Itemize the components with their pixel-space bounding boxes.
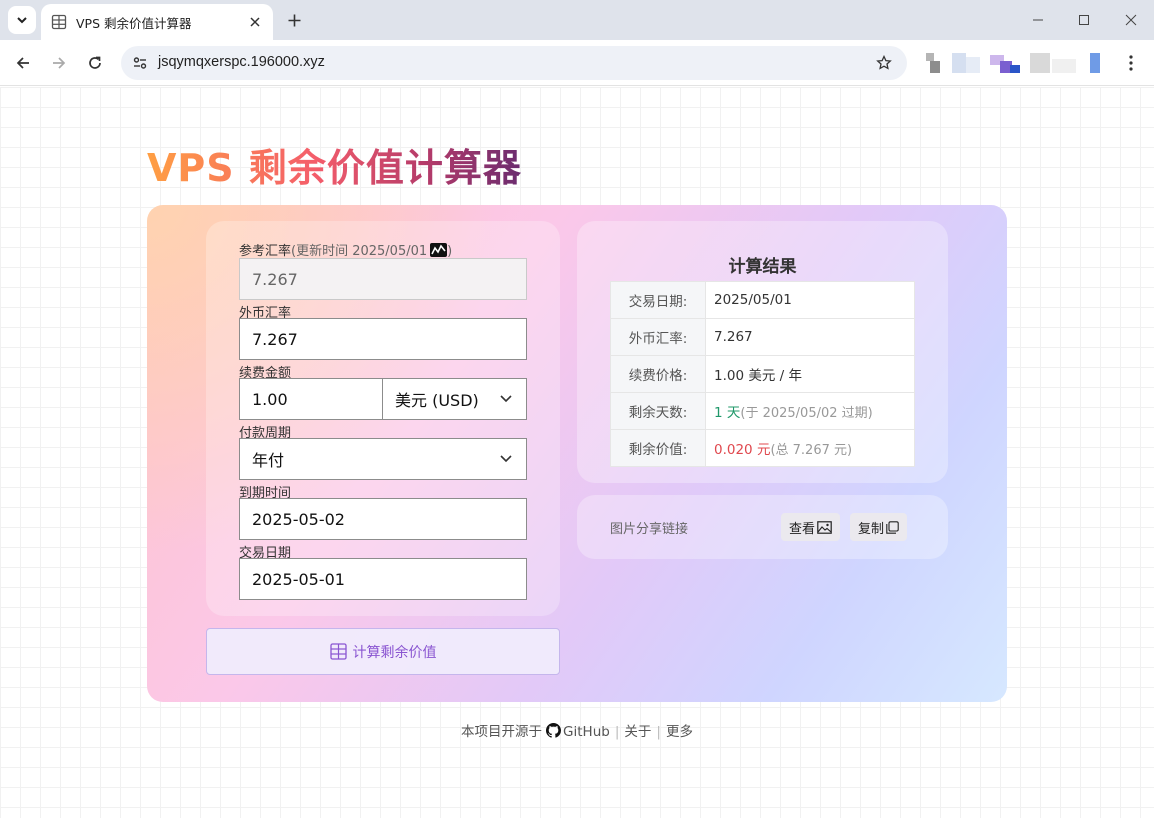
more-link[interactable]: 更多: [666, 724, 693, 740]
copy-icon: [886, 520, 899, 534]
trade-date-input[interactable]: 2025-05-01: [239, 558, 527, 600]
github-icon: [546, 723, 562, 742]
tab-title: VPS 剩余价值计算器: [76, 15, 192, 31]
back-button[interactable]: [11, 51, 35, 75]
close-window-button[interactable]: [1119, 8, 1143, 32]
currency-selected-value: 美元 (USD): [395, 391, 479, 410]
remaining-days-value: 1 天: [714, 405, 741, 421]
fx-rate-input[interactable]: 7.267: [239, 318, 527, 360]
browser-tab-strip: VPS 剩余价值计算器: [0, 0, 1154, 40]
url-text: jsqymqxerspc.196000.xyz: [158, 54, 325, 70]
extension-icon[interactable]: [990, 53, 1022, 75]
extension-icon[interactable]: [1090, 53, 1102, 75]
close-icon: [1125, 14, 1137, 26]
footer: 本项目开源于 GitHub | 关于 | 更多: [461, 723, 693, 742]
result-table: 交易日期: 2025/05/01 外币汇率: 7.267 续费价格: 1.00 …: [610, 281, 915, 467]
browser-menu-button[interactable]: [1122, 52, 1140, 74]
view-image-button[interactable]: 查看: [781, 513, 841, 541]
address-bar[interactable]: jsqymqxerspc.196000.xyz: [121, 46, 907, 80]
result-key: 外币汇率:: [610, 318, 706, 356]
total-value-note: (总 7.267 元): [770, 443, 853, 458]
share-panel: 图片分享链接 查看 复制: [577, 495, 948, 559]
minimize-button[interactable]: [1026, 8, 1050, 32]
result-title: 计算结果: [728, 257, 797, 277]
reload-icon: [89, 56, 101, 69]
footer-prefix: 本项目开源于: [461, 724, 543, 740]
result-value: 1.00 美元 / 年: [705, 355, 915, 393]
more-vertical-icon: [1129, 55, 1133, 71]
copy-link-button[interactable]: 复制: [850, 513, 908, 541]
result-value: 7.267: [705, 318, 915, 356]
plus-icon: [288, 14, 300, 26]
table-row: 交易日期: 2025/05/01: [610, 281, 915, 319]
chevron-down-icon: [500, 395, 512, 403]
page-title: VPS 剩余价值计算器: [147, 137, 522, 192]
share-link-label: 图片分享链接: [610, 522, 689, 537]
result-key: 剩余价值:: [610, 429, 706, 467]
minimize-icon: [1033, 19, 1043, 21]
result-value: 2025/05/01: [705, 281, 915, 319]
bookmark-star-icon[interactable]: [875, 54, 893, 72]
result-key: 剩余天数:: [610, 392, 706, 430]
result-key: 交易日期:: [610, 281, 706, 319]
result-key: 续费价格:: [610, 355, 706, 393]
calculator-card: 参考汇率(更新时间 2025/05/01) 7.267 外币汇率 7.267 续…: [147, 205, 1007, 702]
remaining-value-amount: 0.020 元: [714, 442, 771, 458]
arrow-right-icon: [53, 57, 66, 69]
active-tab[interactable]: VPS 剩余价值计算器: [41, 4, 273, 40]
table-row: 剩余天数: 1 天(于 2025/05/02 过期): [610, 392, 915, 430]
reload-button[interactable]: [83, 51, 107, 75]
chevron-down-icon: [17, 17, 27, 24]
table-row: 外币汇率: 7.267: [610, 318, 915, 356]
forward-button[interactable]: [47, 51, 71, 75]
result-panel: 计算结果 交易日期: 2025/05/01 外币汇率: 7.267 续费价格: …: [577, 221, 948, 483]
result-value: 0.020 元(总 7.267 元): [705, 429, 915, 467]
maximize-icon: [1079, 15, 1089, 25]
arrow-left-icon: [16, 57, 29, 69]
calculate-button-label: 计算剩余价值: [352, 644, 437, 661]
calculator-icon: [329, 643, 347, 660]
result-value: 1 天(于 2025/05/02 过期): [705, 392, 915, 430]
tab-close-button[interactable]: [247, 14, 263, 30]
calculator-favicon-icon: [51, 14, 67, 30]
github-link[interactable]: GitHub: [563, 724, 610, 740]
expiry-date-input[interactable]: 2025-05-02: [239, 498, 527, 540]
new-tab-button[interactable]: [283, 9, 305, 31]
about-link[interactable]: 关于: [624, 724, 651, 740]
site-settings-icon[interactable]: [131, 54, 149, 72]
extension-icon[interactable]: [926, 53, 942, 75]
calculate-button[interactable]: 计算剩余价值: [206, 628, 560, 675]
page-content: VPS 剩余价值计算器 参考汇率(更新时间 2025/05/01) 7.267 …: [0, 87, 1154, 818]
table-row: 续费价格: 1.00 美元 / 年: [610, 355, 915, 393]
extension-icon[interactable]: [952, 53, 984, 75]
extension-icon[interactable]: [1030, 53, 1080, 75]
browser-toolbar: jsqymqxerspc.196000.xyz: [0, 40, 1154, 86]
maximize-button[interactable]: [1072, 8, 1096, 32]
payment-cycle-select[interactable]: 年付: [239, 438, 527, 480]
image-icon: [817, 520, 832, 534]
renewal-amount-input[interactable]: 1.00: [239, 378, 383, 420]
ref-rate-update-note: (更新时间 2025/05/01: [291, 244, 428, 259]
input-form: 参考汇率(更新时间 2025/05/01) 7.267 外币汇率 7.267 续…: [206, 221, 560, 616]
ref-rate-input: 7.267: [239, 258, 527, 300]
expiry-note: (于 2025/05/02 过期): [740, 406, 873, 421]
tab-search-button[interactable]: [8, 6, 36, 34]
cycle-selected-value: 年付: [252, 451, 285, 470]
table-row: 剩余价值: 0.020 元(总 7.267 元): [610, 429, 915, 467]
chevron-down-icon: [500, 455, 512, 463]
currency-select[interactable]: 美元 (USD): [382, 378, 527, 420]
close-icon: [250, 17, 260, 27]
